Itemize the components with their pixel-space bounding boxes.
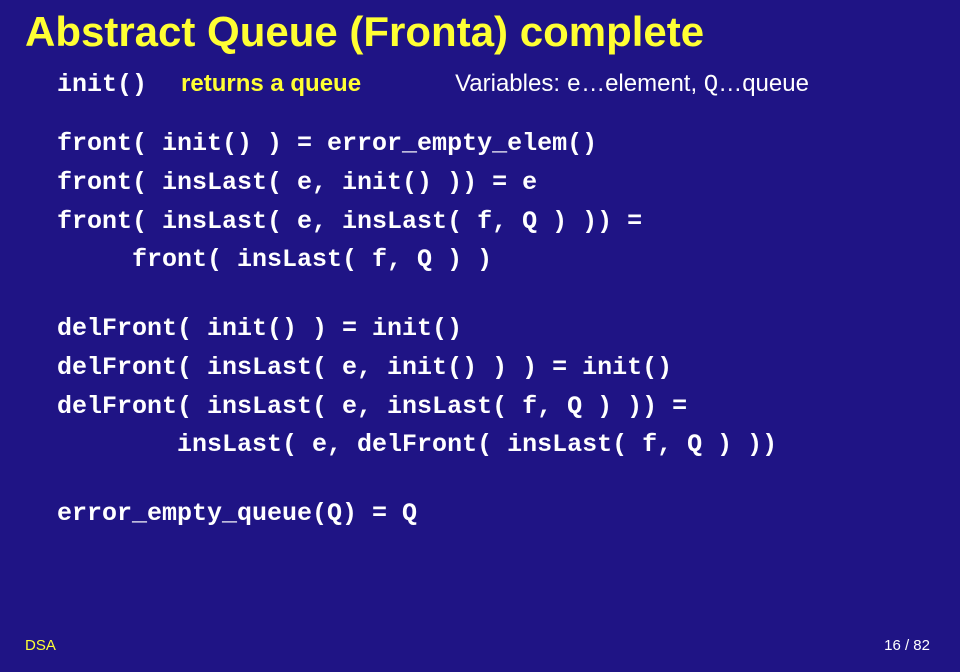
- var-e: e: [567, 72, 581, 99]
- front-axioms: front( init() ) = error_empty_elem() fro…: [57, 125, 935, 280]
- returns-label: returns a queue: [181, 70, 361, 98]
- footer-left: DSA: [25, 637, 56, 654]
- variables-text: Variables: e…element, Q…queue: [455, 70, 809, 99]
- var-Q: Q: [704, 72, 718, 99]
- var-queue: …queue: [718, 70, 809, 97]
- slide: Abstract Queue (Fronta) complete init() …: [0, 0, 960, 672]
- init-call: init(): [57, 70, 147, 99]
- delfront-axioms: delFront( init() ) = init() delFront( in…: [57, 310, 935, 465]
- slide-title: Abstract Queue (Fronta) complete: [25, 8, 935, 56]
- var-element: …element,: [581, 70, 704, 97]
- footer: DSA 16 / 82: [25, 637, 930, 654]
- variables-label: Variables:: [455, 70, 567, 97]
- footer-right: 16 / 82: [884, 637, 930, 654]
- signature-line: init() returns a queue Variables: e…elem…: [57, 70, 935, 99]
- slide-content: init() returns a queue Variables: e…elem…: [25, 70, 935, 534]
- error-axiom: error_empty_queue(Q) = Q: [57, 495, 935, 534]
